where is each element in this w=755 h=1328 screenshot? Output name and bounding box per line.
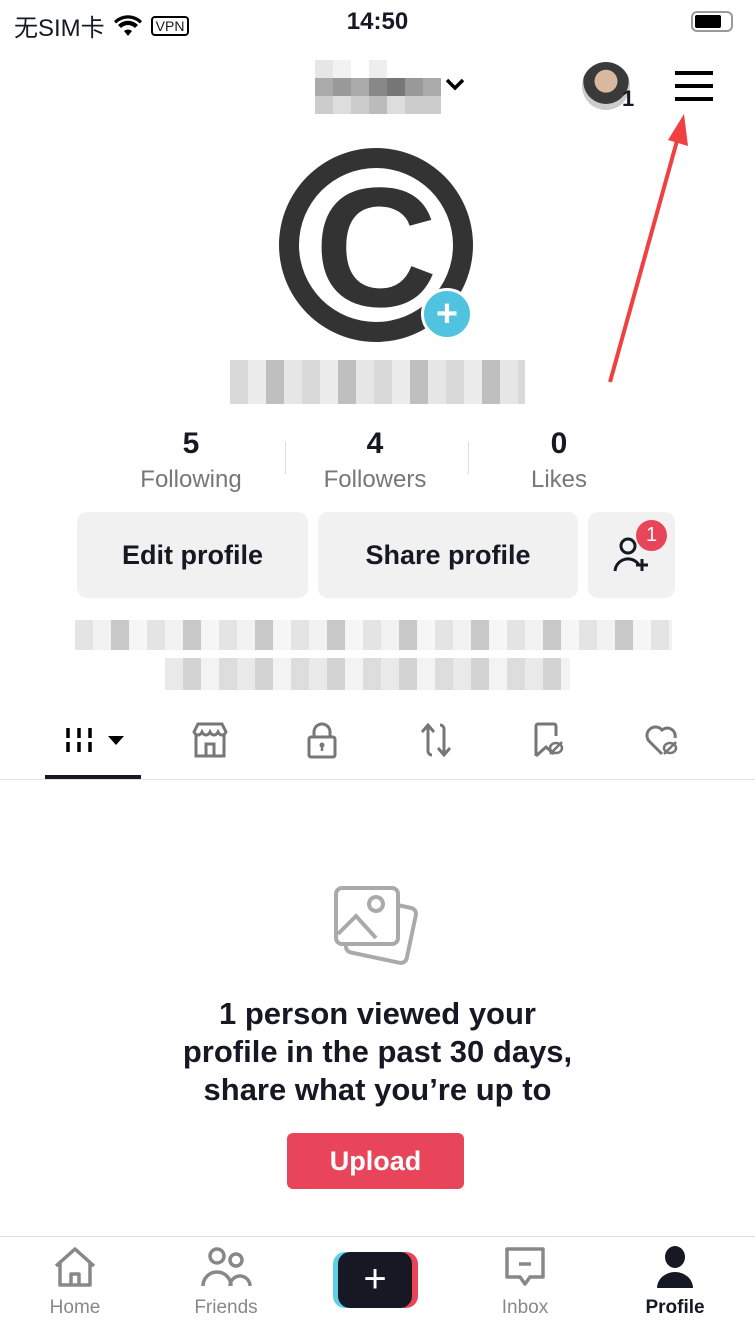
plus-icon: + [338, 1252, 412, 1308]
display-name-blurred [230, 360, 525, 404]
stat-likes[interactable]: 0 Likes [469, 424, 649, 494]
story-count: 1 [622, 86, 635, 111]
menu-hamburger-icon[interactable] [675, 71, 713, 101]
account-switch-chevron-icon[interactable] [444, 76, 466, 92]
nav-inbox[interactable]: Inbox [465, 1246, 585, 1319]
tabs-divider [0, 779, 755, 780]
tab-reposts[interactable] [406, 718, 466, 762]
bio-blurred [75, 620, 672, 650]
annotation-arrow [608, 114, 688, 383]
nav-label: Home [49, 1297, 101, 1318]
tab-videos[interactable] [60, 718, 132, 762]
liked-hidden-icon [645, 725, 678, 756]
home-icon [54, 1247, 96, 1287]
nav-home[interactable]: Home [15, 1246, 135, 1319]
upload-button[interactable]: Upload [287, 1133, 464, 1189]
lock-icon [307, 722, 337, 759]
profile-icon [657, 1246, 693, 1288]
empty-state-message: 1 person viewed your profile in the past… [0, 995, 755, 1109]
nav-friends[interactable]: Friends [166, 1246, 286, 1319]
photos-icon [334, 886, 419, 965]
videos-grid-icon [66, 728, 124, 752]
clock: 14:50 [346, 8, 409, 35]
nav-label: Friends [194, 1297, 258, 1318]
nav-label: Profile [645, 1297, 705, 1318]
add-friends-badge: 1 [636, 520, 667, 551]
tab-shop[interactable] [180, 718, 240, 762]
bookmark-hidden-icon [534, 722, 564, 758]
username-blurred [315, 60, 441, 114]
bio-blurred-line-2 [165, 658, 570, 690]
shop-icon [192, 722, 228, 758]
stat-followers[interactable]: 4 Followers [285, 424, 465, 494]
tab-liked[interactable] [632, 718, 692, 762]
battery-icon [691, 11, 733, 32]
avatar-letter: C [314, 153, 438, 343]
inbox-icon [505, 1247, 545, 1286]
friends-icon [201, 1247, 252, 1287]
nav-label: Inbox [501, 1297, 549, 1318]
create-button[interactable]: + [333, 1252, 418, 1308]
bottom-nav-border [0, 1236, 755, 1237]
message-line: share what you’re up to [203, 1072, 552, 1107]
tab-private[interactable] [292, 718, 352, 762]
share-profile-button[interactable]: Share profile [318, 512, 578, 598]
message-line: profile in the past 30 days, [182, 1034, 573, 1069]
repost-icon [420, 722, 452, 758]
nav-profile[interactable]: Profile [615, 1246, 735, 1319]
message-line: 1 person viewed your [219, 996, 536, 1031]
add-avatar-plus-icon[interactable]: + [421, 288, 473, 340]
tab-favorites[interactable] [518, 718, 578, 762]
stat-following[interactable]: 5 Following [101, 424, 281, 494]
edit-profile-button[interactable]: Edit profile [77, 512, 308, 598]
